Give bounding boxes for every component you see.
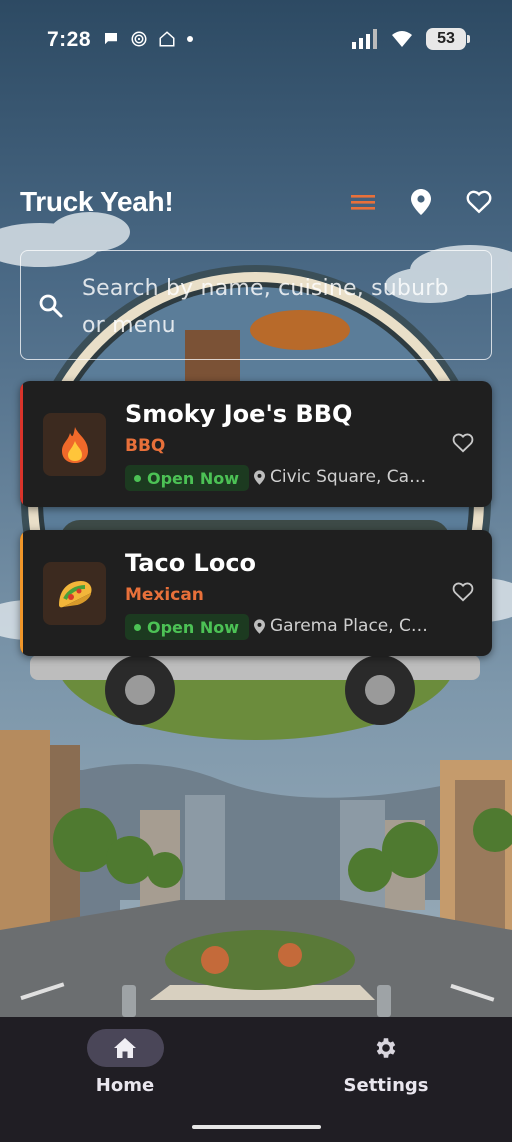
bottom-navigation: Home Settings <box>0 1017 512 1142</box>
dot-icon <box>187 36 193 42</box>
location-label: Garema Place, C… <box>270 616 428 636</box>
favourite-button[interactable] <box>452 433 476 457</box>
fire-icon <box>43 413 106 476</box>
system-icons: 53 <box>352 28 470 50</box>
truck-name: Smoky Joe's BBQ <box>125 400 353 428</box>
truck-name: Taco Loco <box>125 549 257 577</box>
status-label: Open Now <box>147 468 240 488</box>
truck-card[interactable]: Smoky Joe's BBQ BBQ Open Now Civic Squar… <box>20 381 492 507</box>
nav-pill-active <box>86 1029 164 1067</box>
menu-button[interactable] <box>347 186 379 218</box>
gear-icon <box>376 1038 396 1058</box>
battery-icon: 53 <box>426 28 470 50</box>
truck-card[interactable]: Taco Loco Mexican Open Now Garema Place,… <box>20 530 492 656</box>
search-icon <box>38 293 64 319</box>
status-badge: Open Now <box>125 614 250 640</box>
truck-location: Civic Square, Ca… <box>254 467 434 487</box>
location-pin-icon <box>411 189 431 215</box>
target-icon <box>131 31 147 47</box>
home-icon <box>114 1038 136 1058</box>
map-button[interactable] <box>405 186 437 218</box>
home-outline-icon <box>159 31 175 47</box>
nav-pill <box>348 1029 425 1067</box>
card-accent-bar <box>20 381 23 507</box>
truck-cuisine: BBQ <box>125 436 166 456</box>
taco-icon <box>43 562 106 625</box>
heart-outline-icon <box>466 190 492 214</box>
menu-icon <box>351 195 375 210</box>
truck-location: Garema Place, C… <box>254 616 434 636</box>
cell-signal-icon <box>352 29 377 49</box>
favourites-button[interactable] <box>463 186 495 218</box>
nav-label-settings: Settings <box>343 1075 429 1096</box>
status-time: 7:28 <box>47 28 92 51</box>
location-label: Civic Square, Ca… <box>270 467 427 487</box>
status-bar: 7:28 53 <box>0 0 512 84</box>
search-placeholder: Search by name, cuisine, suburb or menu <box>82 276 449 338</box>
status-dot-icon <box>134 623 141 631</box>
status-label: Open Now <box>147 617 240 637</box>
notification-icons <box>102 30 194 48</box>
location-pin-icon <box>254 469 265 485</box>
chat-bubble-icon <box>105 33 117 45</box>
favourite-button[interactable] <box>452 582 476 606</box>
status-dot-icon <box>134 474 141 482</box>
nav-item-home[interactable]: Home <box>60 1029 190 1109</box>
status-badge: Open Now <box>125 465 250 491</box>
location-pin-icon <box>254 618 265 634</box>
home-indicator <box>192 1125 321 1129</box>
app-title: Truck Yeah! <box>20 186 174 217</box>
heart-outline-icon <box>452 582 474 602</box>
app-bar: Truck Yeah! <box>0 176 512 228</box>
card-accent-bar <box>20 530 23 656</box>
search-input[interactable]: Search by name, cuisine, suburb or menu <box>20 250 492 360</box>
heart-outline-icon <box>452 433 474 453</box>
nav-label-home: Home <box>95 1075 155 1096</box>
truck-cuisine: Mexican <box>125 585 204 605</box>
nav-item-settings[interactable]: Settings <box>321 1029 451 1109</box>
wifi-icon <box>392 31 412 47</box>
